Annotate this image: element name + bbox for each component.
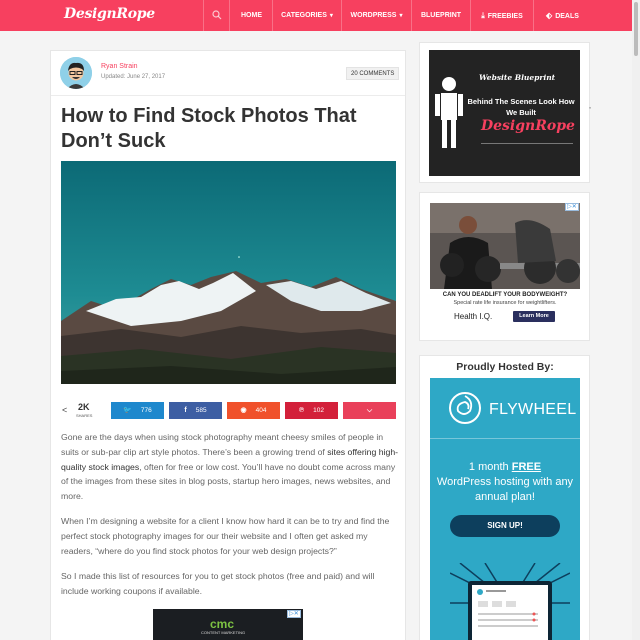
flywheel-logo-icon	[449, 392, 481, 424]
paragraph-intro: Gone are the days when using stock photo…	[61, 432, 399, 502]
flywheel-ad[interactable]: FLYWHEEL 1 month FREE WordPress hosting w…	[430, 378, 580, 640]
page-scrollbar[interactable]	[632, 0, 640, 640]
cmc-logo: cmc	[210, 617, 235, 631]
health-ad-image[interactable]	[430, 203, 580, 289]
facebook-icon: f	[184, 407, 187, 414]
facebook-share-button[interactable]: f 585	[169, 402, 222, 419]
paragraph-designing: When I’m designing a website for a clien…	[61, 516, 390, 556]
flywheel-offer: 1 month FREE WordPress hosting with any a…	[436, 461, 574, 503]
healthiq-logo: Health I.Q.	[454, 312, 493, 321]
avatar-illustration	[60, 57, 92, 89]
updated-date: Updated: June 27, 2017	[101, 74, 166, 80]
author-name[interactable]: Ryan Strain	[101, 63, 138, 70]
chevron-down-icon: ▾	[399, 13, 403, 19]
scrollbar-thumb[interactable]	[634, 2, 638, 56]
pocket-share-button[interactable]: ⌵	[343, 402, 396, 419]
author-bar: Ryan Strain Updated: June 27, 2017 20 CO…	[51, 51, 405, 96]
site-logo[interactable]: DesignRope	[64, 6, 155, 22]
hosted-title: Proudly Hosted By:	[456, 361, 554, 373]
nav-wordpress[interactable]: WORDPRESS ▾	[342, 0, 412, 31]
comments-count-button[interactable]: 20 COMMENTS	[346, 67, 400, 80]
dashboard-illustration	[450, 563, 570, 640]
nav-categories[interactable]: CATEGORIES ▾	[273, 0, 342, 31]
divider	[481, 143, 573, 144]
download-icon: ⤓	[481, 11, 485, 20]
share-total: < 2K SHARES	[62, 402, 93, 418]
ad-close-icon[interactable]: ▷✕	[565, 203, 579, 211]
share-icon: <	[62, 405, 68, 415]
post-title: How to Find Stock Photos That Don’t Suck	[61, 105, 357, 152]
designrope-logo: DesignRope	[481, 118, 575, 134]
paragraph-list: So I made this list of resources for you…	[61, 571, 375, 596]
flywheel-brand: FLYWHEEL	[489, 401, 577, 418]
search-button[interactable]	[203, 0, 230, 31]
twitter-icon: 🐦	[123, 407, 132, 414]
divider	[430, 438, 580, 439]
avatar[interactable]	[60, 57, 92, 89]
pocket-icon: ⌵	[366, 407, 373, 414]
learn-more-button[interactable]: Learn More	[513, 311, 555, 322]
article-card: Ryan Strain Updated: June 27, 2017 20 CO…	[50, 50, 406, 640]
ad-close-icon[interactable]: ▷✕	[287, 610, 301, 618]
twitter-share-button[interactable]: 🐦 776	[111, 402, 164, 419]
ad-choice-icon[interactable]: ¤	[589, 105, 591, 110]
tag-icon: ⬖	[546, 11, 553, 20]
top-navbar: DesignRope HOME CATEGORIES ▾ WORDPRESS ▾ B…	[0, 0, 640, 31]
nav-home[interactable]: HOME	[231, 0, 273, 31]
pinterest-icon: ℗	[298, 407, 305, 414]
share-bar: < 2K SHARES 🐦 776 f 585 ◉ 404 ℗ 102 ⌵	[61, 401, 396, 421]
signup-button[interactable]: SIGN UP!	[450, 515, 560, 537]
nav-blueprint[interactable]: BLUEPRINT	[412, 0, 471, 31]
search-icon	[212, 10, 222, 20]
ad-subtitle: Special rate life insurance for weightli…	[453, 300, 557, 306]
nav-deals[interactable]: ⬖ DEALS	[534, 0, 591, 31]
reddit-share-button[interactable]: ◉ 404	[227, 402, 280, 419]
nav-freebies[interactable]: ⤓ FREEBIES	[471, 0, 534, 31]
ad-question: CAN YOU DEADLIFT YOUR BODYWEIGHT?	[442, 292, 568, 298]
chevron-down-icon: ▾	[329, 13, 333, 19]
hero-image	[61, 161, 396, 384]
inline-ad-banner[interactable]: cmc CONTENT MARKETING ▷✕	[153, 609, 303, 640]
pinterest-share-button[interactable]: ℗ 102	[285, 402, 338, 419]
blueprint-ad[interactable]: Website Blueprint Behind The Scenes Look…	[429, 50, 580, 176]
reddit-icon: ◉	[240, 407, 247, 414]
